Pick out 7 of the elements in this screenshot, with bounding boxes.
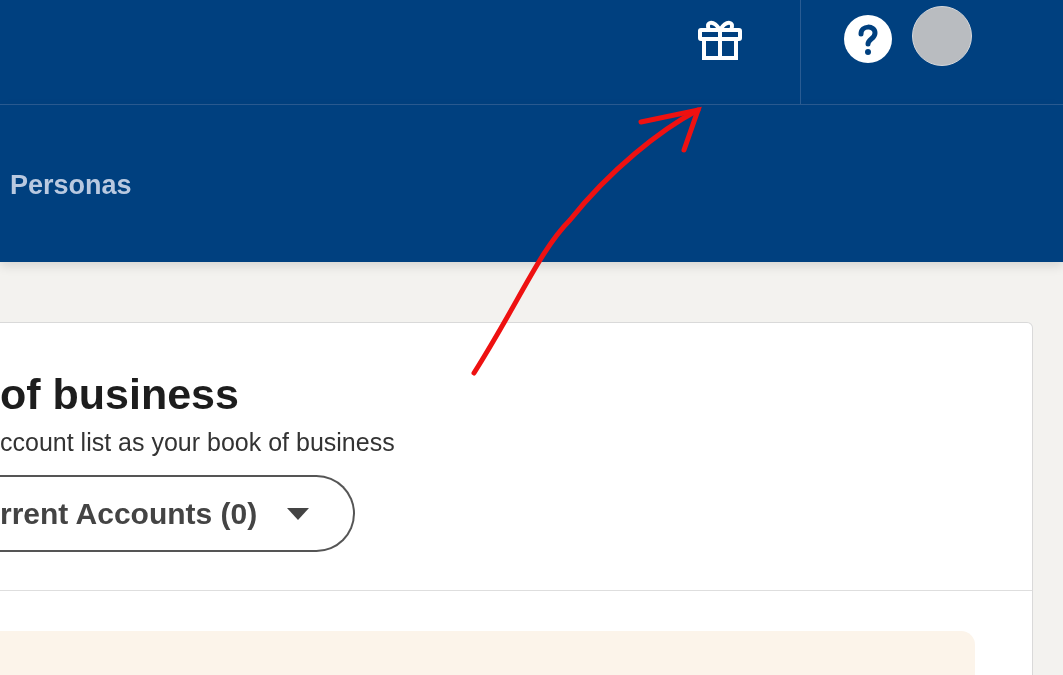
nav-tab[interactable]: Personas <box>10 170 132 201</box>
help-icon[interactable] <box>844 15 892 63</box>
card-subtitle: ccount list as your book of business <box>0 428 396 457</box>
account-list-dropdown[interactable]: rrent Accounts (0) <box>0 475 356 552</box>
caret-icon <box>287 507 310 520</box>
user-avatar[interactable] <box>912 6 972 66</box>
card-title: of business <box>0 373 240 416</box>
